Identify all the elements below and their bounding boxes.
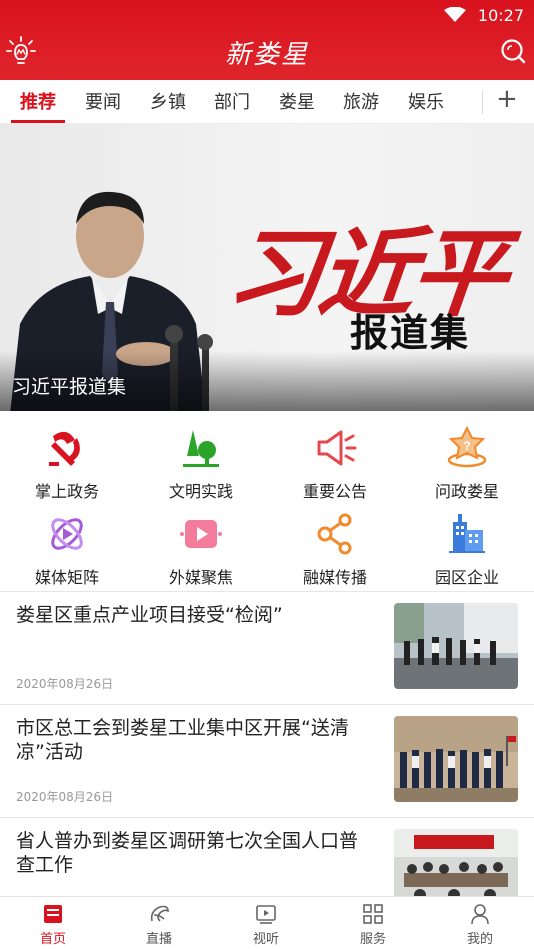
grid-icon bbox=[363, 904, 383, 924]
party-emblem-icon bbox=[49, 431, 80, 466]
status-time: 10:27 bbox=[477, 6, 524, 25]
nav-label: 服务 bbox=[359, 932, 386, 947]
news-title: 市区总工会到娄星工业集中区开展“送清凉”活动 bbox=[16, 717, 349, 763]
nav-media[interactable]: 视听 bbox=[213, 897, 319, 949]
question-star-icon: ? bbox=[447, 426, 487, 468]
nav-label: 首页 bbox=[39, 932, 66, 947]
shortcut-label: 外媒聚焦 bbox=[168, 568, 233, 587]
tab-divider bbox=[482, 90, 483, 114]
tree-icon bbox=[183, 430, 219, 467]
add-tab-button[interactable]: + bbox=[496, 84, 518, 114]
shortcut-civilization[interactable]: 文明实践 bbox=[134, 420, 268, 504]
category-tabs: 推荐 要闻 乡镇 部门 娄星 旅游 娱乐 + bbox=[0, 80, 534, 124]
tab-departments[interactable]: 部门 bbox=[214, 88, 250, 114]
nav-live[interactable]: 直播 bbox=[106, 897, 212, 949]
tab-entertainment[interactable]: 娱乐 bbox=[408, 88, 444, 114]
shortcut-park-enterprises[interactable]: 园区企业 bbox=[400, 506, 534, 590]
nav-label: 视听 bbox=[252, 932, 279, 947]
news-thumbnail bbox=[394, 603, 518, 689]
news-thumbnail bbox=[394, 716, 518, 802]
news-title: 娄星区重点产业项目接受“检阅” bbox=[16, 604, 283, 626]
shortcut-label: 文明实践 bbox=[168, 482, 233, 501]
shortcut-label: 融媒传播 bbox=[302, 568, 367, 587]
nav-profile[interactable]: 我的 bbox=[427, 897, 533, 949]
tab-towns[interactable]: 乡镇 bbox=[150, 88, 186, 114]
video-icon bbox=[256, 905, 276, 924]
building-icon bbox=[449, 514, 485, 553]
news-title: 省人普办到娄星区调研第七次全国人口普查工作 bbox=[16, 830, 359, 876]
tab-travel[interactable]: 旅游 bbox=[343, 88, 379, 114]
shortcut-announcements[interactable]: 重要公告 bbox=[268, 420, 402, 504]
orbit-icon bbox=[51, 518, 83, 550]
active-tab-indicator bbox=[11, 120, 65, 123]
news-item[interactable]: 娄星区重点产业项目接受“检阅” 2020年08月26日 bbox=[0, 591, 534, 704]
shortcut-label: 问政娄星 bbox=[434, 482, 499, 501]
shortcut-label: 媒体矩阵 bbox=[34, 568, 99, 587]
shortcut-foreign-media[interactable]: 外媒聚焦 bbox=[134, 506, 268, 590]
banner-sub-art: 报道集 bbox=[350, 311, 471, 355]
shortcut-gov-affairs[interactable]: 掌上政务 bbox=[0, 420, 134, 504]
status-bar: 10:27 bbox=[0, 0, 534, 30]
svg-text:?: ? bbox=[463, 439, 470, 453]
shortcut-media-matrix[interactable]: 媒体矩阵 bbox=[0, 506, 134, 590]
shortcut-grid: 掌上政务 文明实践 重要公告 ? 问政娄星 媒体矩阵 外媒聚焦 融媒传播 园区企… bbox=[0, 420, 534, 590]
tab-news[interactable]: 要闻 bbox=[85, 88, 121, 114]
shortcut-label: 重要公告 bbox=[302, 482, 367, 501]
app-header: 10:27 新娄星 bbox=[0, 0, 534, 80]
bottom-navigation: 首页 直播 视听 服务 我的 bbox=[0, 896, 534, 949]
video-play-icon bbox=[180, 520, 222, 548]
tab-louxing[interactable]: 娄星 bbox=[279, 88, 315, 114]
live-broadcast-icon bbox=[150, 905, 169, 922]
shortcut-label: 掌上政务 bbox=[34, 482, 99, 501]
megaphone-icon bbox=[317, 430, 357, 466]
app-title: 新娄星 bbox=[224, 40, 309, 70]
share-nodes-icon bbox=[317, 513, 352, 555]
search-icon[interactable] bbox=[500, 38, 526, 64]
shortcut-media-spread[interactable]: 融媒传播 bbox=[268, 506, 402, 590]
tab-recommend[interactable]: 推荐 bbox=[20, 88, 56, 114]
news-item[interactable]: 市区总工会到娄星工业集中区开展“送清凉”活动 2020年08月26日 bbox=[0, 704, 534, 817]
nav-services[interactable]: 服务 bbox=[320, 897, 426, 949]
news-date: 2020年08月26日 bbox=[16, 677, 114, 691]
nav-label: 我的 bbox=[466, 932, 493, 947]
home-icon bbox=[44, 905, 62, 923]
hero-banner[interactable]: 习近平 报道集 习近平报道集 bbox=[0, 124, 534, 411]
shortcut-ask-gov[interactable]: ? 问政娄星 bbox=[400, 420, 534, 504]
banner-caption: 习近平报道集 bbox=[12, 376, 127, 398]
title-bar: 新娄星 bbox=[0, 30, 534, 74]
wifi-icon bbox=[444, 7, 466, 22]
user-icon bbox=[471, 904, 489, 925]
news-date: 2020年08月26日 bbox=[16, 790, 114, 804]
nav-home[interactable]: 首页 bbox=[0, 897, 106, 949]
nav-label: 直播 bbox=[145, 932, 172, 947]
shortcut-label: 园区企业 bbox=[434, 568, 499, 587]
